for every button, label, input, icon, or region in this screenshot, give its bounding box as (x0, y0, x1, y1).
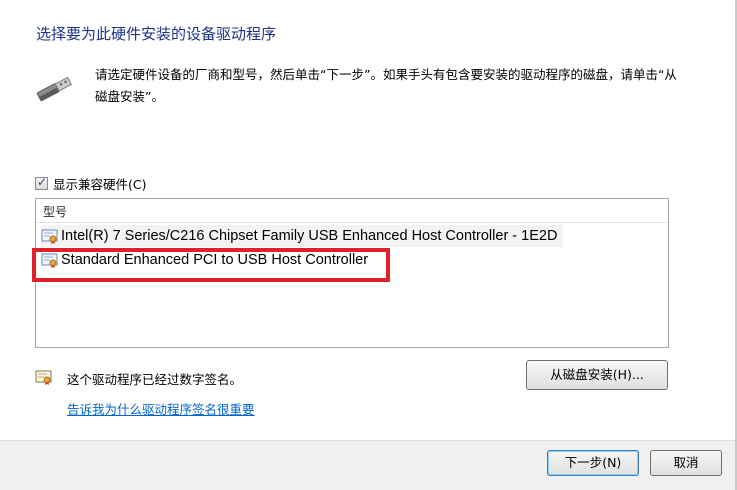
driver-install-dialog: 选择要为此硬件安装的设备驱动程序 请选定硬件设备的厂商和型号，然后单击“下一步”… (0, 0, 737, 490)
selection-highlight-box (32, 248, 390, 282)
page-title: 选择要为此硬件安装的设备驱动程序 (36, 25, 277, 43)
checkmark-icon: ✓ (37, 175, 48, 189)
signing-importance-link[interactable]: 告诉我为什么驱动程序签名很重要 (67, 399, 255, 418)
signature-status-text: 这个驱动程序已经过数字签名。 (67, 372, 243, 387)
show-compatible-hardware-option[interactable]: ✓ 显示兼容硬件(C) (35, 174, 146, 193)
instruction-text: 请选定硬件设备的厂商和型号，然后单击“下一步”。如果手头有包含要安装的驱动程序的… (95, 67, 677, 104)
signed-driver-icon (35, 370, 52, 385)
have-disk-button[interactable]: 从磁盘安装(H)... (526, 360, 668, 390)
cancel-button[interactable]: 取消 (650, 450, 722, 476)
next-button[interactable]: 下一步(N) (547, 450, 639, 476)
certificate-icon (41, 229, 58, 244)
show-compatible-checkbox[interactable]: ✓ (35, 175, 48, 190)
list-item-label: Intel(R) 7 Series/C216 Chipset Family US… (61, 228, 558, 244)
list-item[interactable]: Intel(R) 7 Series/C216 Chipset Family US… (41, 225, 564, 247)
usb-plug-icon (36, 76, 73, 102)
model-column-header[interactable]: 型号 (36, 199, 668, 223)
show-compatible-label: 显示兼容硬件(C) (53, 177, 147, 192)
dialog-footer: 下一步(N) 取消 (0, 440, 735, 490)
